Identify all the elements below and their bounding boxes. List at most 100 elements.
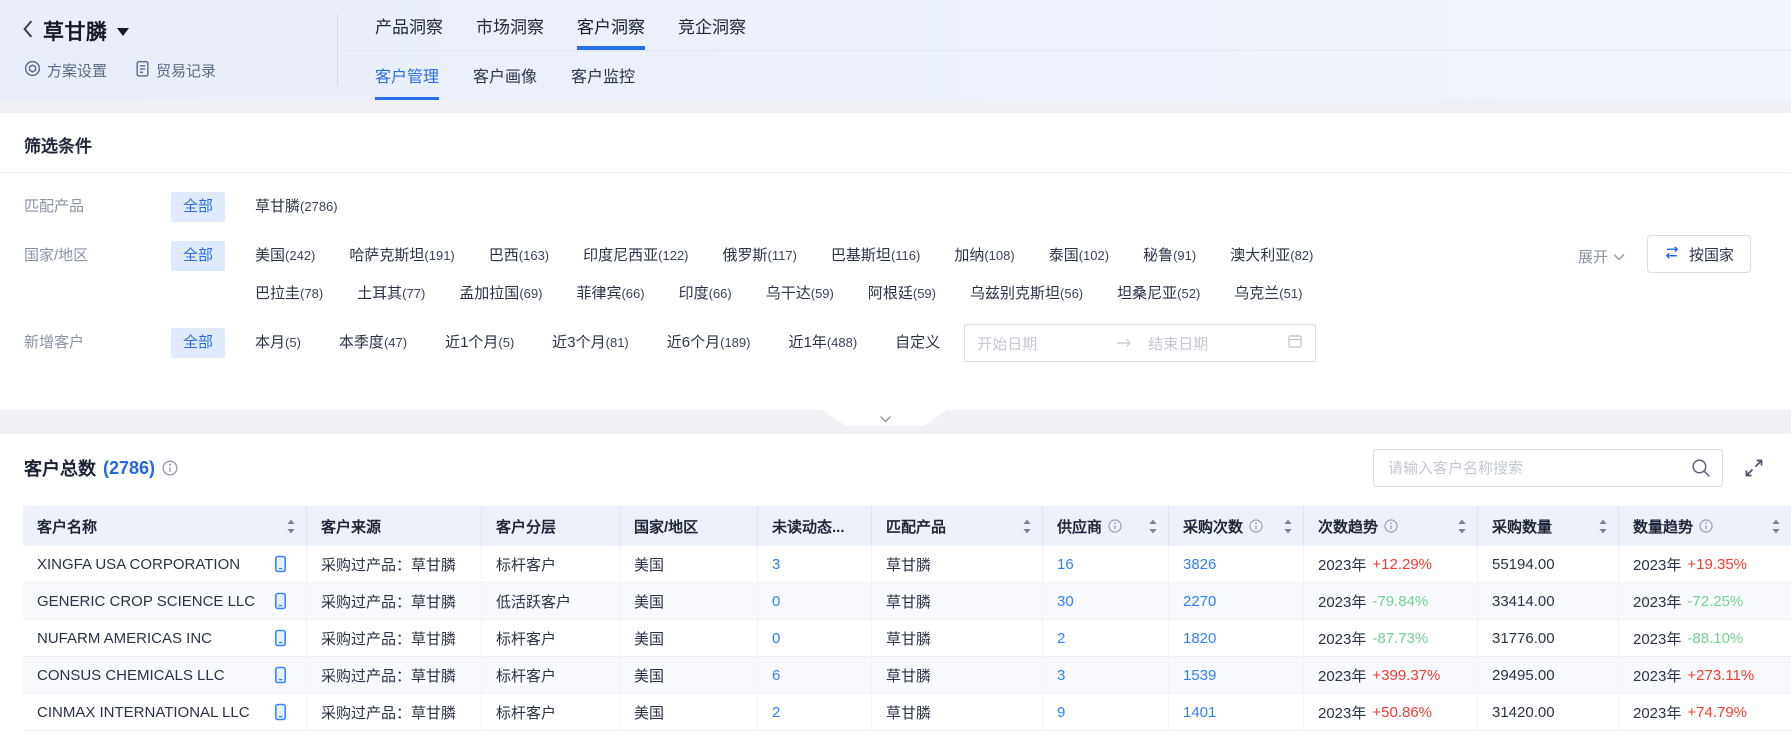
country-filter-option[interactable]: 秘鲁(91) [1143, 241, 1196, 271]
cell-unread-updates[interactable]: 3 [758, 546, 872, 582]
contact-phone-icon[interactable] [273, 703, 288, 721]
search-input[interactable] [1373, 449, 1723, 487]
country-filter-option[interactable]: 乌干达(59) [766, 279, 834, 309]
column-header[interactable]: 国家/地区 [620, 506, 758, 546]
collapse-filters-button[interactable] [823, 410, 947, 426]
country-filter-option[interactable]: 菲律宾(66) [576, 279, 644, 309]
sort-icon[interactable] [1457, 518, 1467, 535]
new-customer-filter-option[interactable]: 本月(5) [255, 328, 301, 358]
country-filter-option[interactable]: 巴西(163) [489, 241, 549, 271]
country-filter-option[interactable]: 坦桑尼亚(52) [1117, 279, 1200, 309]
cell-suppliers[interactable]: 2 [1043, 620, 1169, 656]
column-header[interactable]: 客户名称 [23, 506, 307, 546]
cell-unread-updates[interactable]: 6 [758, 657, 872, 693]
main-tab[interactable]: 竞企洞察 [678, 0, 746, 50]
info-icon[interactable] [1108, 519, 1122, 533]
country-filter-option[interactable]: 美国(242) [255, 241, 315, 271]
country-filter-option[interactable]: 巴拉圭(78) [255, 279, 323, 309]
info-icon[interactable] [1384, 519, 1398, 533]
product-switcher[interactable]: 草甘膦 [22, 16, 129, 46]
sort-icon[interactable] [1598, 518, 1608, 535]
start-date-input[interactable]: 开始日期 [977, 333, 1116, 354]
column-header[interactable]: 客户分层 [482, 506, 620, 546]
product-filter-option[interactable]: 草甘膦(2786) [255, 192, 338, 222]
column-header[interactable]: 匹配产品 [872, 506, 1043, 546]
column-header[interactable]: 采购数量 [1478, 506, 1619, 546]
country-filter-option[interactable]: 阿根廷(59) [868, 279, 936, 309]
cell-unread-updates[interactable]: 0 [758, 620, 872, 656]
cell-suppliers[interactable]: 3 [1043, 657, 1169, 693]
filter-all-chip[interactable]: 全部 [171, 241, 225, 271]
cell-customer-name[interactable]: GENERIC CROP SCIENCE LLC [23, 583, 307, 619]
table-row[interactable]: CONSUS CHEMICALS LLC 采购过产品：草甘膦 标杆客户 美国 6… [23, 657, 1791, 694]
scheme-settings-link[interactable]: 方案设置 [24, 60, 107, 81]
cell-customer-name[interactable]: CINMAX INTERNATIONAL LLC [23, 694, 307, 730]
country-filter-option[interactable]: 巴基斯坦(116) [831, 241, 920, 271]
table-row[interactable]: GENERIC CROP SCIENCE LLC 采购过产品：草甘膦 低活跃客户… [23, 583, 1791, 620]
cell-purchase-count[interactable]: 2270 [1169, 583, 1304, 619]
filter-all-chip[interactable]: 全部 [171, 328, 225, 358]
chevron-down-icon[interactable] [117, 28, 129, 42]
custom-range-option[interactable]: 自定义 [895, 328, 940, 358]
cell-purchase-count[interactable]: 1820 [1169, 620, 1304, 656]
column-header[interactable]: 供应商 [1043, 506, 1169, 546]
new-customer-filter-option[interactable]: 本季度(47) [339, 328, 407, 358]
country-filter-option[interactable]: 哈萨克斯坦(191) [349, 241, 454, 271]
sort-icon[interactable] [1022, 518, 1032, 535]
country-filter-option[interactable]: 印度(66) [679, 279, 732, 309]
sort-icon[interactable] [1283, 518, 1293, 535]
sort-icon[interactable] [1148, 518, 1158, 535]
sub-tab[interactable]: 客户管理 [375, 50, 439, 100]
sub-tab[interactable]: 客户画像 [473, 50, 537, 100]
cell-customer-name[interactable]: NUFARM AMERICAS INC [23, 620, 307, 656]
table-row[interactable]: XINGFA USA CORPORATION 采购过产品：草甘膦 标杆客户 美国… [23, 546, 1791, 583]
cell-suppliers[interactable]: 9 [1043, 694, 1169, 730]
country-filter-option[interactable]: 加纳(108) [954, 241, 1014, 271]
sort-icon[interactable] [1771, 518, 1781, 535]
column-header[interactable]: 未读动态... [758, 506, 872, 546]
new-customer-filter-option[interactable]: 近1个月(5) [445, 328, 514, 358]
sort-icon[interactable] [286, 518, 296, 535]
trade-records-link[interactable]: 贸易记录 [135, 60, 216, 81]
country-filter-option[interactable]: 泰国(102) [1049, 241, 1109, 271]
info-icon[interactable] [1699, 519, 1713, 533]
country-filter-option[interactable]: 土耳其(77) [357, 279, 425, 309]
cell-customer-name[interactable]: XINGFA USA CORPORATION [23, 546, 307, 582]
fullscreen-icon[interactable] [1743, 457, 1765, 479]
by-country-button[interactable]: 按国家 [1647, 235, 1751, 273]
info-icon[interactable] [162, 460, 178, 476]
cell-customer-name[interactable]: CONSUS CHEMICALS LLC [23, 657, 307, 693]
country-filter-option[interactable]: 孟加拉国(69) [459, 279, 542, 309]
cell-unread-updates[interactable]: 2 [758, 694, 872, 730]
new-customer-filter-option[interactable]: 近6个月(189) [667, 328, 751, 358]
contact-phone-icon[interactable] [273, 592, 288, 610]
contact-phone-icon[interactable] [273, 555, 288, 573]
back-icon[interactable] [22, 20, 34, 42]
expand-link[interactable]: 展开 [1578, 246, 1625, 267]
sub-tab[interactable]: 客户监控 [571, 50, 635, 100]
country-filter-option[interactable]: 乌克兰(51) [1234, 279, 1302, 309]
contact-phone-icon[interactable] [273, 666, 288, 684]
table-row[interactable]: CINMAX INTERNATIONAL LLC 采购过产品：草甘膦 标杆客户 … [23, 694, 1791, 731]
search-icon[interactable] [1690, 457, 1711, 482]
end-date-input[interactable]: 结束日期 [1132, 333, 1287, 354]
contact-phone-icon[interactable] [273, 629, 288, 647]
country-filter-option[interactable]: 俄罗斯(117) [723, 241, 797, 271]
column-header[interactable]: 客户来源 [307, 506, 482, 546]
country-filter-option[interactable]: 乌兹别克斯坦(56) [970, 279, 1083, 309]
new-customer-filter-option[interactable]: 近1年(488) [788, 328, 857, 358]
filter-all-chip[interactable]: 全部 [171, 192, 225, 222]
cell-unread-updates[interactable]: 0 [758, 583, 872, 619]
column-header[interactable]: 数量趋势 [1619, 506, 1791, 546]
country-filter-option[interactable]: 印度尼西亚(122) [583, 241, 688, 271]
date-range-picker[interactable]: 开始日期 结束日期 [964, 324, 1316, 362]
cell-purchase-count[interactable]: 3826 [1169, 546, 1304, 582]
main-tab[interactable]: 客户洞察 [577, 0, 645, 50]
info-icon[interactable] [1249, 519, 1263, 533]
cell-suppliers[interactable]: 16 [1043, 546, 1169, 582]
table-row[interactable]: NUFARM AMERICAS INC 采购过产品：草甘膦 标杆客户 美国 0 … [23, 620, 1791, 657]
main-tab[interactable]: 产品洞察 [375, 0, 443, 50]
cell-suppliers[interactable]: 30 [1043, 583, 1169, 619]
column-header[interactable]: 采购次数 [1169, 506, 1304, 546]
country-filter-option[interactable]: 澳大利亚(82) [1230, 241, 1313, 271]
